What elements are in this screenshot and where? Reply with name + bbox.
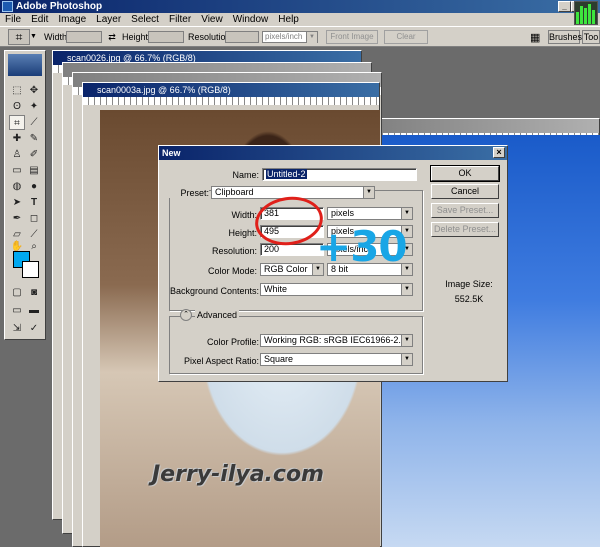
minimize-icon[interactable]: _ bbox=[558, 1, 571, 12]
clear-button[interactable]: Clear bbox=[384, 30, 428, 44]
performance-meter-icon bbox=[574, 1, 598, 25]
chevron-down-icon: ▼ bbox=[401, 354, 412, 365]
toolbox: ⬚ ✥ ʘ ✦ ⌗ ⟋ ✚ ✎ ♙ ✐ ▭ ▤ ◍ ● ➤ T ✒ ◻ ▱ ⟋ … bbox=[4, 50, 46, 340]
full-screen-mode-icon[interactable]: ▬ bbox=[26, 303, 42, 318]
magic-wand-tool-icon[interactable]: ✦ bbox=[26, 99, 42, 114]
menu-edit[interactable]: Edit bbox=[26, 13, 53, 26]
document-title-bar[interactable]: scan0003a.jpg @ 66.7% (RGB/8) bbox=[83, 83, 379, 97]
chevron-down-icon: ▼ bbox=[401, 208, 412, 219]
horizontal-ruler bbox=[83, 97, 379, 105]
menu-help[interactable]: Help bbox=[273, 13, 304, 26]
palette-well-icon[interactable]: ▦ bbox=[530, 31, 540, 44]
menu-window[interactable]: Window bbox=[228, 13, 274, 26]
photoshop-logo-icon[interactable] bbox=[8, 54, 42, 76]
color-mode-select[interactable]: RGB Color ▼ bbox=[260, 263, 324, 276]
pixel-aspect-ratio-label: Pixel Aspect Ratio: bbox=[183, 356, 259, 366]
imageready-jump-icon[interactable]: ⇲ bbox=[9, 321, 25, 336]
gradient-tool-icon[interactable]: ▤ bbox=[26, 163, 42, 178]
document-title: scan0003a.jpg @ 66.7% (RGB/8) bbox=[97, 85, 231, 95]
menu-filter[interactable]: Filter bbox=[164, 13, 196, 26]
blur-tool-icon[interactable]: ◍ bbox=[9, 179, 25, 194]
tab-tool-presets[interactable]: Too bbox=[582, 30, 600, 44]
cancel-button[interactable]: Cancel bbox=[431, 184, 499, 199]
chevron-down-icon: ▼ bbox=[306, 32, 317, 43]
resolution-field[interactable]: 200 bbox=[260, 243, 324, 256]
app-title: Adobe Photoshop bbox=[16, 1, 103, 12]
image-size-value: 552.5K bbox=[454, 294, 484, 304]
chevron-down-icon[interactable]: ▼ bbox=[30, 29, 38, 45]
menu-bar: File Edit Image Layer Select Filter View… bbox=[0, 13, 600, 26]
lasso-tool-icon[interactable]: ʘ bbox=[9, 99, 25, 114]
shape-tool-icon[interactable]: ◻ bbox=[26, 211, 42, 226]
resolution-unit-select[interactable]: pixels/inch ▼ bbox=[262, 31, 318, 43]
dialog-title-bar[interactable]: New × bbox=[159, 146, 507, 160]
eraser-tool-icon[interactable]: ▭ bbox=[9, 163, 25, 178]
annotation-plus-thirty: +30 bbox=[316, 222, 408, 271]
menu-view[interactable]: View bbox=[196, 13, 228, 26]
chevron-down-icon: ▼ bbox=[363, 187, 374, 198]
color-profile-label: Color Profile: bbox=[206, 337, 259, 347]
pixel-aspect-ratio-select[interactable]: Square ▼ bbox=[260, 353, 413, 366]
history-brush-tool-icon[interactable]: ✐ bbox=[26, 147, 42, 162]
healing-brush-tool-icon[interactable]: ✚ bbox=[9, 131, 25, 146]
color-mode-label: Color Mode: bbox=[207, 266, 257, 276]
height-label: Height: bbox=[228, 228, 257, 238]
preset-label: Preset: bbox=[169, 188, 209, 198]
slice-tool-icon[interactable]: ⟋ bbox=[26, 115, 42, 130]
menu-select[interactable]: Select bbox=[126, 13, 164, 26]
document-title-bar[interactable] bbox=[371, 119, 599, 133]
dialog-title: New bbox=[162, 148, 181, 158]
color-profile-select[interactable]: Working RGB: sRGB IEC61966-2.1 ▼ bbox=[260, 334, 413, 347]
name-value: Untitled-2 bbox=[266, 169, 307, 179]
width-label: Width: bbox=[231, 210, 257, 220]
menu-layer[interactable]: Layer bbox=[91, 13, 126, 26]
ok-button[interactable]: OK bbox=[430, 165, 500, 182]
name-field[interactable]: Untitled-2 bbox=[262, 168, 417, 181]
front-image-button[interactable]: Front Image bbox=[326, 30, 378, 44]
chevron-down-icon: ▼ bbox=[401, 284, 412, 295]
resolution-input[interactable] bbox=[225, 31, 259, 43]
chevron-down-icon: ▼ bbox=[401, 335, 412, 346]
close-icon[interactable]: × bbox=[493, 147, 505, 158]
tab-brushes[interactable]: Brushes bbox=[548, 30, 582, 44]
menu-file[interactable]: File bbox=[0, 13, 26, 26]
dodge-tool-icon[interactable]: ● bbox=[26, 179, 42, 194]
pen-tool-icon[interactable]: ✒ bbox=[9, 211, 25, 226]
image-size-label: Image Size: bbox=[445, 279, 493, 289]
path-selection-tool-icon[interactable]: ➤ bbox=[9, 195, 25, 210]
background-color-swatch[interactable] bbox=[22, 261, 39, 278]
expand-advanced-icon[interactable]: ⌃ bbox=[180, 309, 192, 321]
save-preset-button[interactable]: Save Preset... bbox=[431, 203, 499, 218]
clone-stamp-tool-icon[interactable]: ♙ bbox=[9, 147, 25, 162]
crop-tool-icon[interactable]: ⌗ bbox=[9, 115, 25, 130]
menu-image[interactable]: Image bbox=[53, 13, 91, 26]
swap-icon[interactable]: ⇄ bbox=[106, 32, 118, 43]
background-contents-label: Background Contents: bbox=[169, 286, 259, 296]
advanced-label[interactable]: Advanced bbox=[195, 310, 240, 320]
resolution-label: Resolution: bbox=[211, 246, 257, 256]
standard-mode-icon[interactable]: ▢ bbox=[9, 285, 25, 300]
type-tool-icon[interactable]: T bbox=[26, 195, 42, 210]
quick-mask-mode-icon[interactable]: ◙ bbox=[26, 285, 42, 300]
name-label: Name: bbox=[232, 170, 259, 180]
marquee-tool-icon[interactable]: ⬚ bbox=[9, 83, 25, 98]
width-input[interactable] bbox=[66, 31, 102, 43]
width-unit-select[interactable]: pixels ▼ bbox=[327, 207, 413, 220]
photoshop-app-icon bbox=[2, 1, 13, 12]
crop-tool-preset-icon[interactable]: ⌗ bbox=[8, 29, 30, 45]
watermark: Jerry-ilya.com bbox=[152, 462, 324, 487]
brush-tool-icon[interactable]: ✎ bbox=[26, 131, 42, 146]
move-tool-icon[interactable]: ✥ bbox=[26, 83, 42, 98]
delete-preset-button[interactable]: Delete Preset... bbox=[431, 222, 499, 237]
background-contents-select[interactable]: White ▼ bbox=[260, 283, 413, 296]
app-title-bar: Adobe Photoshop _ □ × bbox=[0, 0, 600, 13]
height-input[interactable] bbox=[148, 31, 184, 43]
options-bar: ⌗ ▼ Width: ⇄ Height: Resolution: pixels/… bbox=[0, 26, 600, 47]
height-label: Height: bbox=[122, 32, 151, 42]
screen-mode-icon[interactable]: ▭ bbox=[9, 303, 25, 318]
check-icon[interactable]: ✓ bbox=[26, 321, 42, 336]
